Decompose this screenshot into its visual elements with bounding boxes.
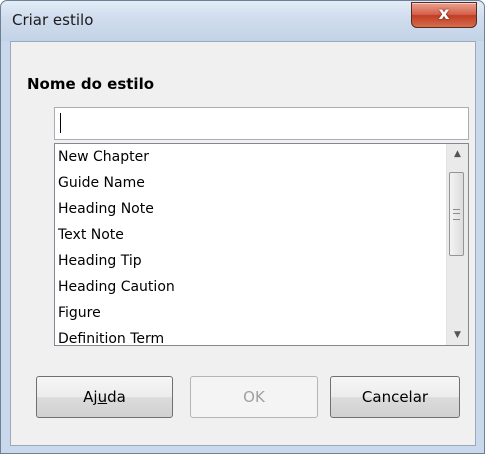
list-item[interactable]: Heading Tip: [55, 248, 446, 274]
text-cursor: [60, 113, 61, 133]
vertical-scrollbar[interactable]: ▲ ▼: [446, 144, 468, 345]
help-label-mnemonic: u: [97, 388, 108, 406]
styles-listbox[interactable]: New Chapter Guide Name Heading Note Text…: [54, 143, 469, 346]
thumb-grip-icon: [453, 209, 460, 220]
cancel-button[interactable]: Cancelar: [330, 376, 460, 418]
scrollbar-thumb[interactable]: [449, 172, 464, 256]
style-name-input[interactable]: [54, 107, 469, 140]
help-label-start: Aj: [83, 388, 98, 406]
ok-button[interactable]: OK: [190, 376, 318, 418]
list-item[interactable]: New Chapter: [55, 144, 446, 170]
style-name-label: Nome do estilo: [27, 75, 155, 93]
list-item[interactable]: Heading Note: [55, 196, 446, 222]
scroll-up-arrow-icon[interactable]: ▲: [447, 144, 468, 164]
list-item[interactable]: Heading Caution: [55, 274, 446, 300]
help-button[interactable]: Ajuda: [36, 376, 173, 418]
help-label-end: da: [107, 388, 126, 406]
list-item[interactable]: Guide Name: [55, 170, 446, 196]
styles-list: New Chapter Guide Name Heading Note Text…: [55, 144, 446, 345]
title-bar[interactable]: Criar estilo x: [1, 1, 484, 41]
list-item[interactable]: Definition Term: [55, 326, 446, 345]
list-item[interactable]: Text Note: [55, 222, 446, 248]
list-item[interactable]: Figure: [55, 300, 446, 326]
close-icon: x: [438, 4, 450, 24]
close-button[interactable]: x: [411, 2, 477, 28]
scroll-down-arrow-icon[interactable]: ▼: [447, 325, 468, 345]
window-title: Criar estilo: [12, 11, 94, 29]
